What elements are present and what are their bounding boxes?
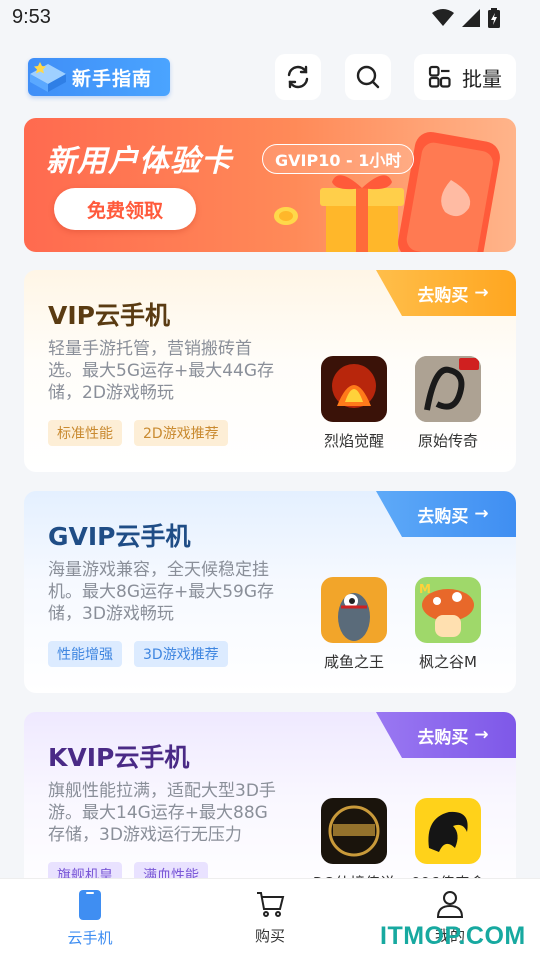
arrow-right-icon: →	[474, 725, 489, 745]
phone-icon	[79, 890, 101, 920]
nav-label: 购买	[254, 927, 285, 945]
site-watermark: ITMOP.COM	[380, 922, 526, 950]
kvip-card[interactable]: 去购买 → KVIP云手机 旗舰性能拉满，适配大型3D手游。最大14G运存+最大…	[24, 712, 516, 902]
game-item[interactable]: 烈焰觉醒	[320, 356, 388, 451]
vip-buy-label: 去购买	[417, 285, 469, 306]
refresh-icon	[287, 65, 309, 89]
promo-gift-phone-illustration	[274, 132, 500, 252]
kvip-buy-button[interactable]: 去购买 →	[376, 712, 516, 758]
vip-buy-button[interactable]: 去购买 →	[376, 270, 516, 316]
game-icon	[321, 356, 387, 422]
wifi-icon	[432, 9, 454, 26]
game-icon: M	[415, 577, 481, 643]
card-tag: 3D游戏推荐	[134, 641, 228, 667]
card-title: GVIP云手机	[48, 522, 191, 551]
beginner-guide-label: 新手指南	[72, 67, 153, 90]
card-tag: 标准性能	[48, 420, 122, 446]
game-name: 烈焰觉醒	[323, 432, 384, 450]
status-icons	[432, 8, 500, 28]
svg-text:M: M	[419, 582, 431, 596]
game-item[interactable]: M 枫之谷M	[414, 577, 482, 672]
card-description: 海量游戏兼容，全天候稳定挂机。最大8G运存+最大59G存储，3D游戏畅玩	[48, 560, 275, 624]
beginner-guide-button[interactable]: 新手指南	[28, 58, 170, 96]
guide-book-icon	[30, 62, 66, 92]
game-icon	[321, 577, 387, 643]
search-icon	[356, 65, 380, 89]
gvip-buy-label: 去购买	[417, 506, 469, 527]
status-time: 9:53	[12, 6, 51, 28]
game-icon	[321, 798, 387, 864]
arrow-right-icon: →	[474, 504, 489, 524]
nav-buy[interactable]: 购买	[220, 889, 320, 946]
search-button[interactable]	[345, 54, 391, 100]
batch-button[interactable]: 批量	[414, 54, 516, 100]
cart-icon	[257, 892, 285, 917]
nav-label: 云手机	[67, 929, 113, 947]
card-title: KVIP云手机	[48, 743, 190, 772]
promo-tag: GVIP10 - 1小时	[262, 144, 415, 174]
nav-cloud-phone[interactable]: 云手机	[40, 889, 140, 948]
refresh-button[interactable]	[275, 54, 321, 100]
gvip-card[interactable]: 去购买 → GVIP云手机 海量游戏兼容，全天候稳定挂机。最大8G运存+最大59…	[24, 491, 516, 693]
status-bar: 9:53	[0, 0, 540, 36]
card-tag: 性能增强	[48, 641, 122, 667]
card-tag: 2D游戏推荐	[134, 420, 228, 446]
game-name: 枫之谷M	[419, 653, 477, 671]
card-description: 旗舰性能拉满，适配大型3D手游。最大14G运存+最大88G存储，3D游戏运行无压…	[48, 781, 276, 845]
kvip-buy-label: 去购买	[417, 727, 469, 748]
signal-icon	[462, 9, 480, 27]
game-icon	[415, 798, 481, 864]
new-user-promo-banner[interactable]: 新用户体验卡 GVIP10 - 1小时 免费领取	[24, 118, 516, 252]
card-title: VIP云手机	[48, 301, 170, 330]
promo-title: 新用户体验卡	[46, 144, 232, 179]
game-item[interactable]: 原始传奇	[414, 356, 482, 451]
top-header: 新手指南 批量	[0, 50, 540, 106]
user-icon	[436, 891, 464, 918]
arrow-right-icon: →	[474, 283, 489, 303]
vip-card[interactable]: 去购买 → VIP云手机 轻量手游托管，营销搬砖首选。最大5G运存+最大44G存…	[24, 270, 516, 472]
batch-label: 批量	[462, 66, 502, 91]
gvip-buy-button[interactable]: 去购买 →	[376, 491, 516, 537]
claim-free-button[interactable]: 免费领取	[54, 188, 196, 230]
game-name: 咸鱼之王	[323, 653, 384, 671]
batch-grid-icon	[428, 65, 451, 88]
battery-icon	[488, 8, 500, 28]
card-description: 轻量手游托管，营销搬砖首选。最大5G运存+最大44G存储，2D游戏畅玩	[48, 339, 275, 403]
game-icon	[415, 356, 481, 422]
game-name: 原始传奇	[417, 432, 478, 450]
game-item[interactable]: 咸鱼之王	[320, 577, 388, 672]
